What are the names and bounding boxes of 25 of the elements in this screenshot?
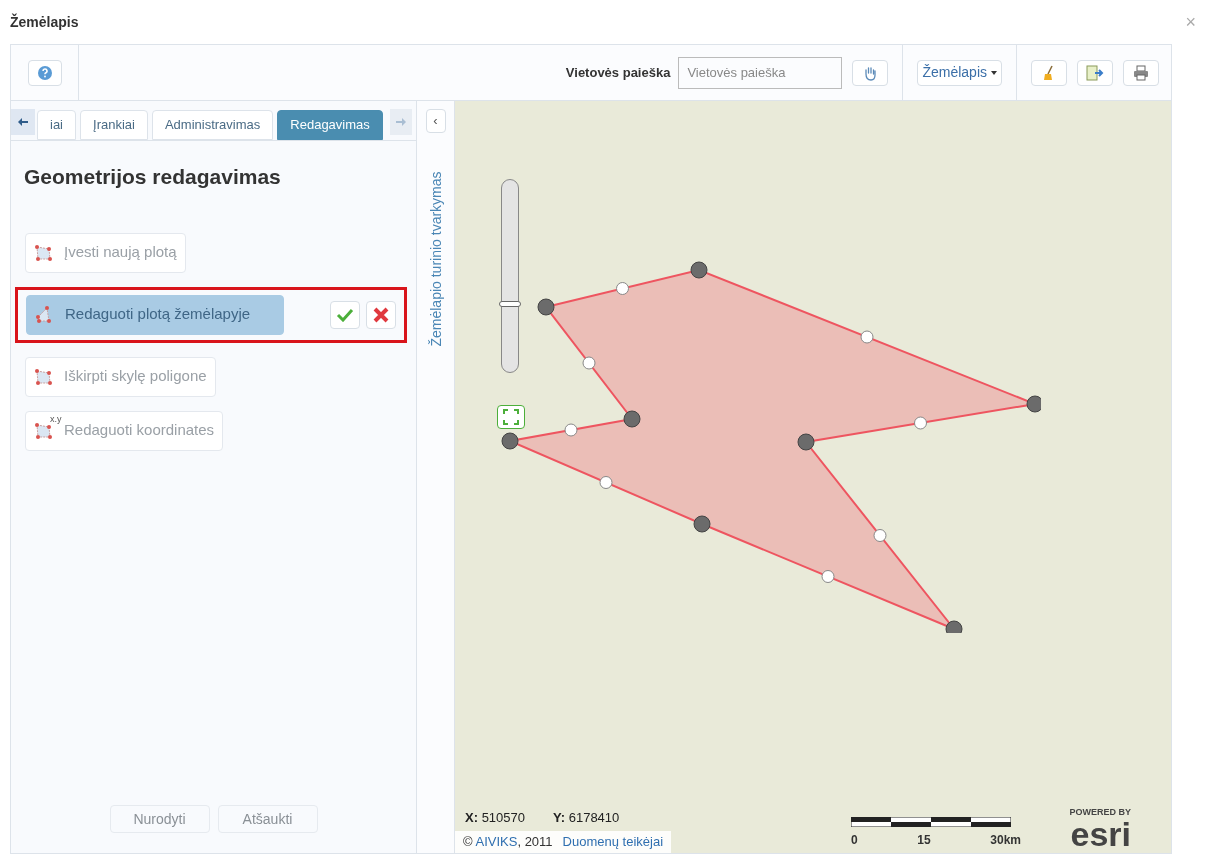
providers-link[interactable]: Duomenų teikėjai: [562, 832, 664, 852]
scale-label: 0: [851, 832, 858, 849]
powered-by-text: POWERED BY: [1069, 805, 1131, 819]
basemap-dropdown[interactable]: Žemėlapis: [917, 59, 1002, 86]
panel-heading: Geometrijos redagavimas: [24, 164, 282, 190]
tab[interactable]: Administravimas: [151, 110, 274, 140]
search-field[interactable]: Vietovės paieška: [678, 56, 843, 89]
window-title: Žemėlapis: [10, 12, 79, 32]
coordinates-label: x.y: [50, 412, 62, 426]
scale-label: 15: [917, 832, 931, 849]
side-panel-label: Žemėlapio turinio tvarkymas: [426, 171, 445, 347]
tool-button[interactable]: Iškirpti skylę poligone: [25, 356, 216, 397]
collapse-button[interactable]: ‹: [425, 109, 446, 133]
tool-button[interactable]: Redaguoti plotą žemėlapyje: [26, 294, 284, 335]
tab[interactable]: Redagavimas: [277, 110, 383, 140]
tab[interactable]: Įrankiai: [80, 110, 148, 140]
tool-button[interactable]: x.y Redaguoti koordinates: [25, 410, 224, 451]
esri-logo: esri: [1070, 819, 1131, 849]
scale-label: 30km: [990, 832, 1021, 849]
tab[interactable]: iai: [37, 110, 76, 140]
x-coordinate: X: 510570: [465, 808, 525, 827]
tool-button[interactable]: Įvesti naują plotą: [25, 232, 186, 273]
search-label: Vietovės paieška: [565, 63, 671, 82]
y-coordinate: Y: 6178410: [553, 808, 620, 827]
copyright-text: © AIVIKS, 2011: [463, 833, 553, 852]
